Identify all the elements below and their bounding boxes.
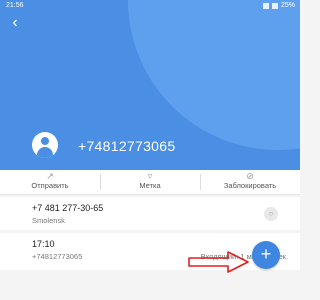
header-decoration	[128, 0, 300, 150]
action-bar: ↗ Отправить ▿ Метка ⊘ Заблокировать	[0, 170, 300, 195]
battery-level: 25%	[280, 2, 295, 9]
status-icons	[263, 3, 278, 9]
status-bar: 21:56 25%	[0, 0, 300, 12]
share-icon: ↗	[46, 171, 54, 181]
send-label: Отправить	[31, 181, 69, 190]
send-button[interactable]: ↗ Отправить	[0, 170, 100, 194]
number-card[interactable]: +7 481 277-30-65 Smolensk ○	[0, 197, 300, 230]
tag-button[interactable]: ▿ Метка	[100, 170, 200, 194]
signal-icon	[272, 3, 278, 9]
call-number: +74812773065	[32, 252, 83, 261]
bottom-area	[0, 270, 300, 300]
message-icon[interactable]: ○	[264, 207, 278, 221]
tag-label: Метка	[139, 181, 161, 190]
avatar-head	[41, 137, 49, 145]
contact-header: 21:56 25% ‹ +74812773065	[0, 0, 300, 170]
block-label: Заблокировать	[223, 181, 277, 190]
avatar	[32, 132, 58, 158]
wifi-icon	[263, 3, 269, 9]
call-time: 17:10	[32, 239, 55, 249]
contact-phone-title: +74812773065	[78, 138, 176, 154]
annotation-arrow-icon	[188, 251, 249, 273]
bookmark-icon: ▿	[147, 171, 153, 181]
block-button[interactable]: ⊘ Заблокировать	[200, 170, 300, 194]
add-fab-button[interactable]: +	[252, 241, 280, 269]
number-location: Smolensk	[32, 216, 65, 225]
formatted-number: +7 481 277-30-65	[32, 203, 104, 213]
block-icon: ⊘	[246, 171, 254, 181]
status-time: 21:56	[6, 2, 24, 9]
back-arrow-icon[interactable]: ‹	[6, 14, 24, 32]
avatar-body	[37, 147, 53, 158]
